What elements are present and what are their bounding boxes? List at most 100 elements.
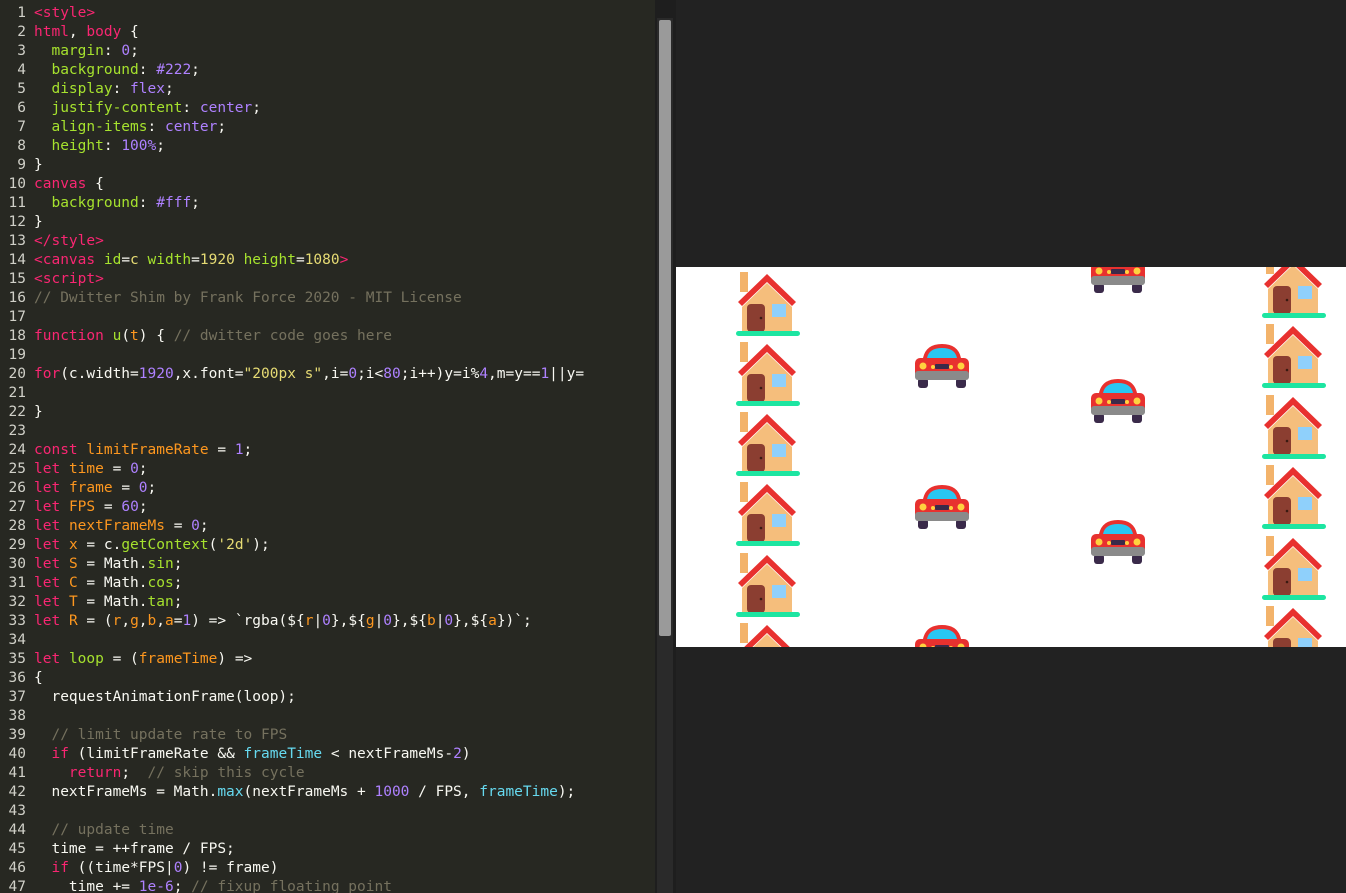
code-line[interactable]: 6 justify-content: center; bbox=[0, 99, 655, 118]
line-number: 2 bbox=[17, 24, 26, 40]
code-text: align-items: center; bbox=[51, 119, 227, 135]
line-number: 1 bbox=[17, 5, 26, 21]
code-lines: 1 <style> 2 html, body { 3 margin: 0; 4 backg… bbox=[0, 4, 655, 893]
line-number: 36 bbox=[8, 670, 26, 686]
code-line[interactable]: 45 time = ++frame / FPS; bbox=[0, 840, 655, 859]
code-line[interactable]: 12} bbox=[0, 213, 655, 232]
code-line[interactable]: 25 let time = 0; bbox=[0, 460, 655, 479]
code-text: if (limitFrameRate && frameTime < nextFr… bbox=[51, 746, 471, 762]
code-text: if ((time*FPS|0) != frame) bbox=[51, 860, 279, 876]
code-text: background: #222; bbox=[51, 62, 200, 78]
code-line[interactable]: 33 let R = (r,g,b,a=1) => `rgba(${r|0},${… bbox=[0, 612, 655, 631]
line-number: 39 bbox=[8, 727, 26, 743]
code-text: time = ++frame / FPS; bbox=[34, 841, 235, 857]
line-number: 45 bbox=[8, 841, 26, 857]
code-text: } bbox=[34, 214, 43, 230]
line-number: 43 bbox=[8, 803, 26, 819]
code-line[interactable]: 27 let FPS = 60; bbox=[0, 498, 655, 517]
code-line[interactable]: 38 bbox=[0, 707, 655, 726]
code-line[interactable]: 18 function u(t) { // dwitter code goes h… bbox=[0, 327, 655, 346]
code-line[interactable]: 31 let C = Math.cos; bbox=[0, 574, 655, 593]
code-line[interactable]: 34 bbox=[0, 631, 655, 650]
code-text: </style> bbox=[34, 233, 104, 249]
code-line[interactable]: 47 time += 1e-6; // fixup floating point bbox=[0, 878, 655, 893]
code-line[interactable]: 29 let x = c.getContext('2d'); bbox=[0, 536, 655, 555]
code-line[interactable]: 1 <style> bbox=[0, 4, 655, 23]
code-text: const limitFrameRate = 1; bbox=[34, 442, 253, 458]
code-text: } bbox=[34, 157, 43, 173]
code-line[interactable]: 10 canvas { bbox=[0, 175, 655, 194]
code-text: requestAnimationFrame(loop); bbox=[34, 689, 296, 705]
code-line[interactable]: 44 // update time bbox=[0, 821, 655, 840]
code-text: // Dwitter Shim by Frank Force 2020 - MI… bbox=[34, 290, 462, 306]
line-number: 13 bbox=[8, 233, 26, 249]
code-line[interactable]: 3 margin: 0; bbox=[0, 42, 655, 61]
code-line[interactable]: 4 background: #222; bbox=[0, 61, 655, 80]
car-icon bbox=[1089, 267, 1147, 299]
house-icon bbox=[732, 551, 802, 623]
line-number: 26 bbox=[8, 480, 26, 496]
code-line[interactable]: 40 if (limitFrameRate && frameTime < nex… bbox=[0, 745, 655, 764]
code-line[interactable]: 42 nextFrameMs = Math.max(nextFrameMs + … bbox=[0, 783, 655, 802]
house-icon bbox=[1258, 393, 1328, 465]
line-number: 18 bbox=[8, 328, 26, 344]
code-line[interactable]: 26 let frame = 0; bbox=[0, 479, 655, 498]
code-line[interactable]: 39 // limit update rate to FPS bbox=[0, 726, 655, 745]
code-text: html, body { bbox=[34, 24, 139, 40]
code-line[interactable]: 15 <script> bbox=[0, 270, 655, 289]
line-number: 15 bbox=[8, 271, 26, 287]
code-editor[interactable]: 1 <style> 2 html, body { 3 margin: 0; 4 backg… bbox=[0, 0, 655, 893]
code-line[interactable]: 32 let T = Math.tan; bbox=[0, 593, 655, 612]
code-line[interactable]: 17 bbox=[0, 308, 655, 327]
code-text: let FPS = 60; bbox=[34, 499, 148, 515]
preview-pane bbox=[676, 0, 1346, 893]
code-line[interactable]: 36 { bbox=[0, 669, 655, 688]
code-line[interactable]: 30 let S = Math.sin; bbox=[0, 555, 655, 574]
code-line[interactable]: 23 bbox=[0, 422, 655, 441]
car-icon bbox=[1089, 516, 1147, 570]
code-text: return; // skip this cycle bbox=[68, 765, 305, 781]
code-line[interactable]: 16 // Dwitter Shim by Frank Force 2020 - … bbox=[0, 289, 655, 308]
code-line[interactable]: 5 display: flex; bbox=[0, 80, 655, 99]
code-text: { bbox=[34, 670, 43, 686]
code-text: let C = Math.cos; bbox=[34, 575, 183, 591]
line-number: 41 bbox=[8, 765, 26, 781]
line-number: 46 bbox=[8, 860, 26, 876]
code-line[interactable]: 9} bbox=[0, 156, 655, 175]
code-line[interactable]: 41 return; // skip this cycle bbox=[0, 764, 655, 783]
code-text: canvas { bbox=[34, 176, 104, 192]
output-canvas[interactable] bbox=[676, 267, 1346, 647]
house-icon bbox=[732, 410, 802, 482]
code-line[interactable]: 28 let nextFrameMs = 0; bbox=[0, 517, 655, 536]
code-line[interactable]: 35 let loop = (frameTime) => bbox=[0, 650, 655, 669]
house-icon bbox=[732, 270, 802, 342]
code-line[interactable]: 2 html, body { bbox=[0, 23, 655, 42]
code-line[interactable]: 20 for(c.width=1920,x.font="200px s",i=0;… bbox=[0, 365, 655, 384]
code-line[interactable]: 24 const limitFrameRate = 1; bbox=[0, 441, 655, 460]
line-number: 17 bbox=[8, 309, 26, 325]
code-line[interactable]: 22} bbox=[0, 403, 655, 422]
code-line[interactable]: 11 background: #fff; bbox=[0, 194, 655, 213]
code-line[interactable]: 37 requestAnimationFrame(loop); bbox=[0, 688, 655, 707]
line-number: 5 bbox=[17, 81, 26, 97]
code-line[interactable]: 13 </style> bbox=[0, 232, 655, 251]
line-number: 40 bbox=[8, 746, 26, 762]
code-text: <canvas id=c width=1920 height=1080> bbox=[34, 252, 349, 268]
code-line[interactable]: 19 bbox=[0, 346, 655, 365]
editor-scrollbar-thumb[interactable] bbox=[659, 20, 671, 636]
code-line[interactable]: 7 align-items: center; bbox=[0, 118, 655, 137]
code-line[interactable]: 14 <canvas id=c width=1920 height=1080> bbox=[0, 251, 655, 270]
code-text: time += 1e-6; // fixup floating point bbox=[34, 879, 392, 893]
code-line[interactable]: 8 height: 100%; bbox=[0, 137, 655, 156]
line-number: 28 bbox=[8, 518, 26, 534]
house-icon bbox=[732, 621, 802, 647]
line-number: 47 bbox=[8, 879, 26, 893]
code-line[interactable]: 43 bbox=[0, 802, 655, 821]
line-number: 22 bbox=[8, 404, 26, 420]
code-text: height: 100%; bbox=[51, 138, 165, 154]
code-text: background: #fff; bbox=[51, 195, 200, 211]
code-text: nextFrameMs = Math.max(nextFrameMs + 100… bbox=[34, 784, 576, 800]
code-line[interactable]: 46 if ((time*FPS|0) != frame) bbox=[0, 859, 655, 878]
code-line[interactable]: 21 bbox=[0, 384, 655, 403]
code-text: let time = 0; bbox=[34, 461, 148, 477]
